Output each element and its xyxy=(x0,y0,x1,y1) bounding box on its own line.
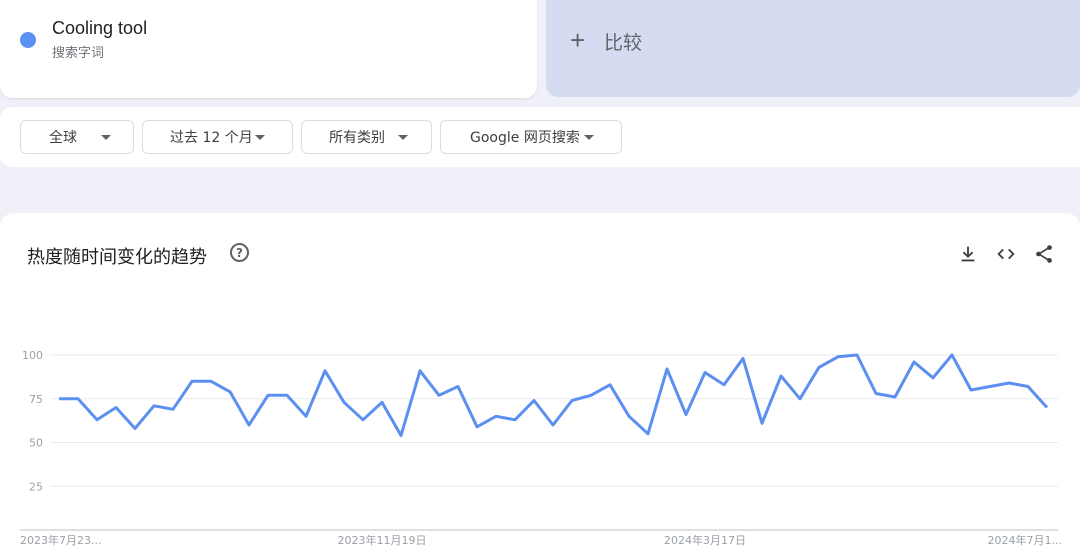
data-point[interactable] xyxy=(493,413,499,419)
data-point[interactable] xyxy=(740,356,746,362)
data-point[interactable] xyxy=(379,399,385,405)
chevron-down-icon xyxy=(255,135,265,140)
data-point[interactable] xyxy=(227,389,233,395)
chevron-down-icon xyxy=(101,135,111,140)
x-tick-label: 2023年11月19日 xyxy=(338,533,427,547)
data-point[interactable] xyxy=(721,382,727,388)
chevron-down-icon xyxy=(584,135,594,140)
y-tick-label: 25 xyxy=(29,480,43,493)
data-point[interactable] xyxy=(341,399,347,405)
chevron-down-icon xyxy=(398,135,408,140)
data-point[interactable] xyxy=(322,368,328,374)
y-tick-label: 50 xyxy=(29,437,43,450)
x-tick-label: 2023年7月23... xyxy=(20,533,101,547)
data-point[interactable] xyxy=(94,417,100,423)
y-tick-label: 100 xyxy=(22,349,43,362)
filter-bar: 全球 过去 12 个月 所有类别 Google 网页搜索 xyxy=(0,107,1080,167)
data-point[interactable] xyxy=(170,406,176,412)
data-point[interactable] xyxy=(854,352,860,358)
region-dropdown[interactable]: 全球 xyxy=(20,120,134,154)
data-point[interactable] xyxy=(113,405,119,411)
category-dropdown[interactable]: 所有类别 xyxy=(301,120,432,154)
data-point[interactable] xyxy=(208,378,214,384)
data-point[interactable] xyxy=(398,433,404,439)
term-color-dot xyxy=(20,32,36,48)
data-point[interactable] xyxy=(360,417,366,423)
data-point[interactable] xyxy=(797,396,803,402)
trend-line-chart: 100 75 50 25 2023年7月23... 2023年11月19日 2024年3月1… xyxy=(20,349,1062,547)
data-point[interactable] xyxy=(474,424,480,430)
data-point[interactable] xyxy=(1044,405,1050,411)
search-type-dropdown[interactable]: Google 网页搜索 xyxy=(440,120,622,154)
search-term-card[interactable]: Cooling tool 搜索字词 xyxy=(0,0,537,98)
data-point[interactable] xyxy=(778,373,784,379)
data-point[interactable] xyxy=(968,387,974,393)
data-point[interactable] xyxy=(246,422,252,428)
data-point[interactable] xyxy=(949,352,955,358)
compare-label: 比较 xyxy=(604,32,643,54)
data-point[interactable] xyxy=(759,420,765,426)
data-point[interactable] xyxy=(265,392,271,398)
data-point[interactable] xyxy=(189,378,195,384)
data-point[interactable] xyxy=(930,375,936,381)
y-tick-label: 75 xyxy=(29,393,43,406)
data-point[interactable] xyxy=(645,431,651,437)
x-tick-label: 2024年7月1... xyxy=(988,533,1062,547)
data-point[interactable] xyxy=(607,382,613,388)
data-point[interactable] xyxy=(911,359,917,365)
data-point[interactable] xyxy=(436,392,442,398)
data-point[interactable] xyxy=(1006,380,1012,386)
data-point[interactable] xyxy=(987,384,993,390)
data-point[interactable] xyxy=(588,392,594,398)
data-point[interactable] xyxy=(56,396,62,402)
time-range-label: 过去 12 个月 xyxy=(170,130,253,146)
data-point[interactable] xyxy=(702,370,708,376)
data-point[interactable] xyxy=(626,413,632,419)
category-label: 所有类别 xyxy=(329,130,385,146)
data-point[interactable] xyxy=(664,366,670,372)
data-point[interactable] xyxy=(892,394,898,400)
data-point[interactable] xyxy=(512,417,518,423)
data-point[interactable] xyxy=(75,396,81,402)
data-point[interactable] xyxy=(835,354,841,360)
interest-over-time-card: 热度随时间变化的趋势 ? 100 75 50 25 2023年7月23... 2023年1… xyxy=(0,213,1080,557)
compare-button[interactable]: + 比较 xyxy=(546,0,1080,97)
search-term-name[interactable]: Cooling tool xyxy=(52,18,147,39)
data-point[interactable] xyxy=(569,398,575,404)
data-point[interactable] xyxy=(455,384,461,390)
data-point[interactable] xyxy=(816,364,822,370)
data-point[interactable] xyxy=(550,422,556,428)
data-point[interactable] xyxy=(1025,384,1031,390)
time-range-dropdown[interactable]: 过去 12 个月 xyxy=(142,120,293,154)
region-label: 全球 xyxy=(49,130,77,146)
data-point[interactable] xyxy=(417,368,423,374)
data-point[interactable] xyxy=(284,392,290,398)
data-point[interactable] xyxy=(531,398,537,404)
data-point[interactable] xyxy=(151,403,157,409)
plus-icon: + xyxy=(570,25,586,55)
data-point[interactable] xyxy=(873,391,879,397)
data-point[interactable] xyxy=(132,426,138,432)
x-tick-label: 2024年3月17日 xyxy=(664,533,746,547)
data-point[interactable] xyxy=(303,413,309,419)
search-term-type: 搜索字词 xyxy=(52,46,105,61)
search-type-label: Google 网页搜索 xyxy=(470,130,580,146)
data-point[interactable] xyxy=(683,412,689,418)
